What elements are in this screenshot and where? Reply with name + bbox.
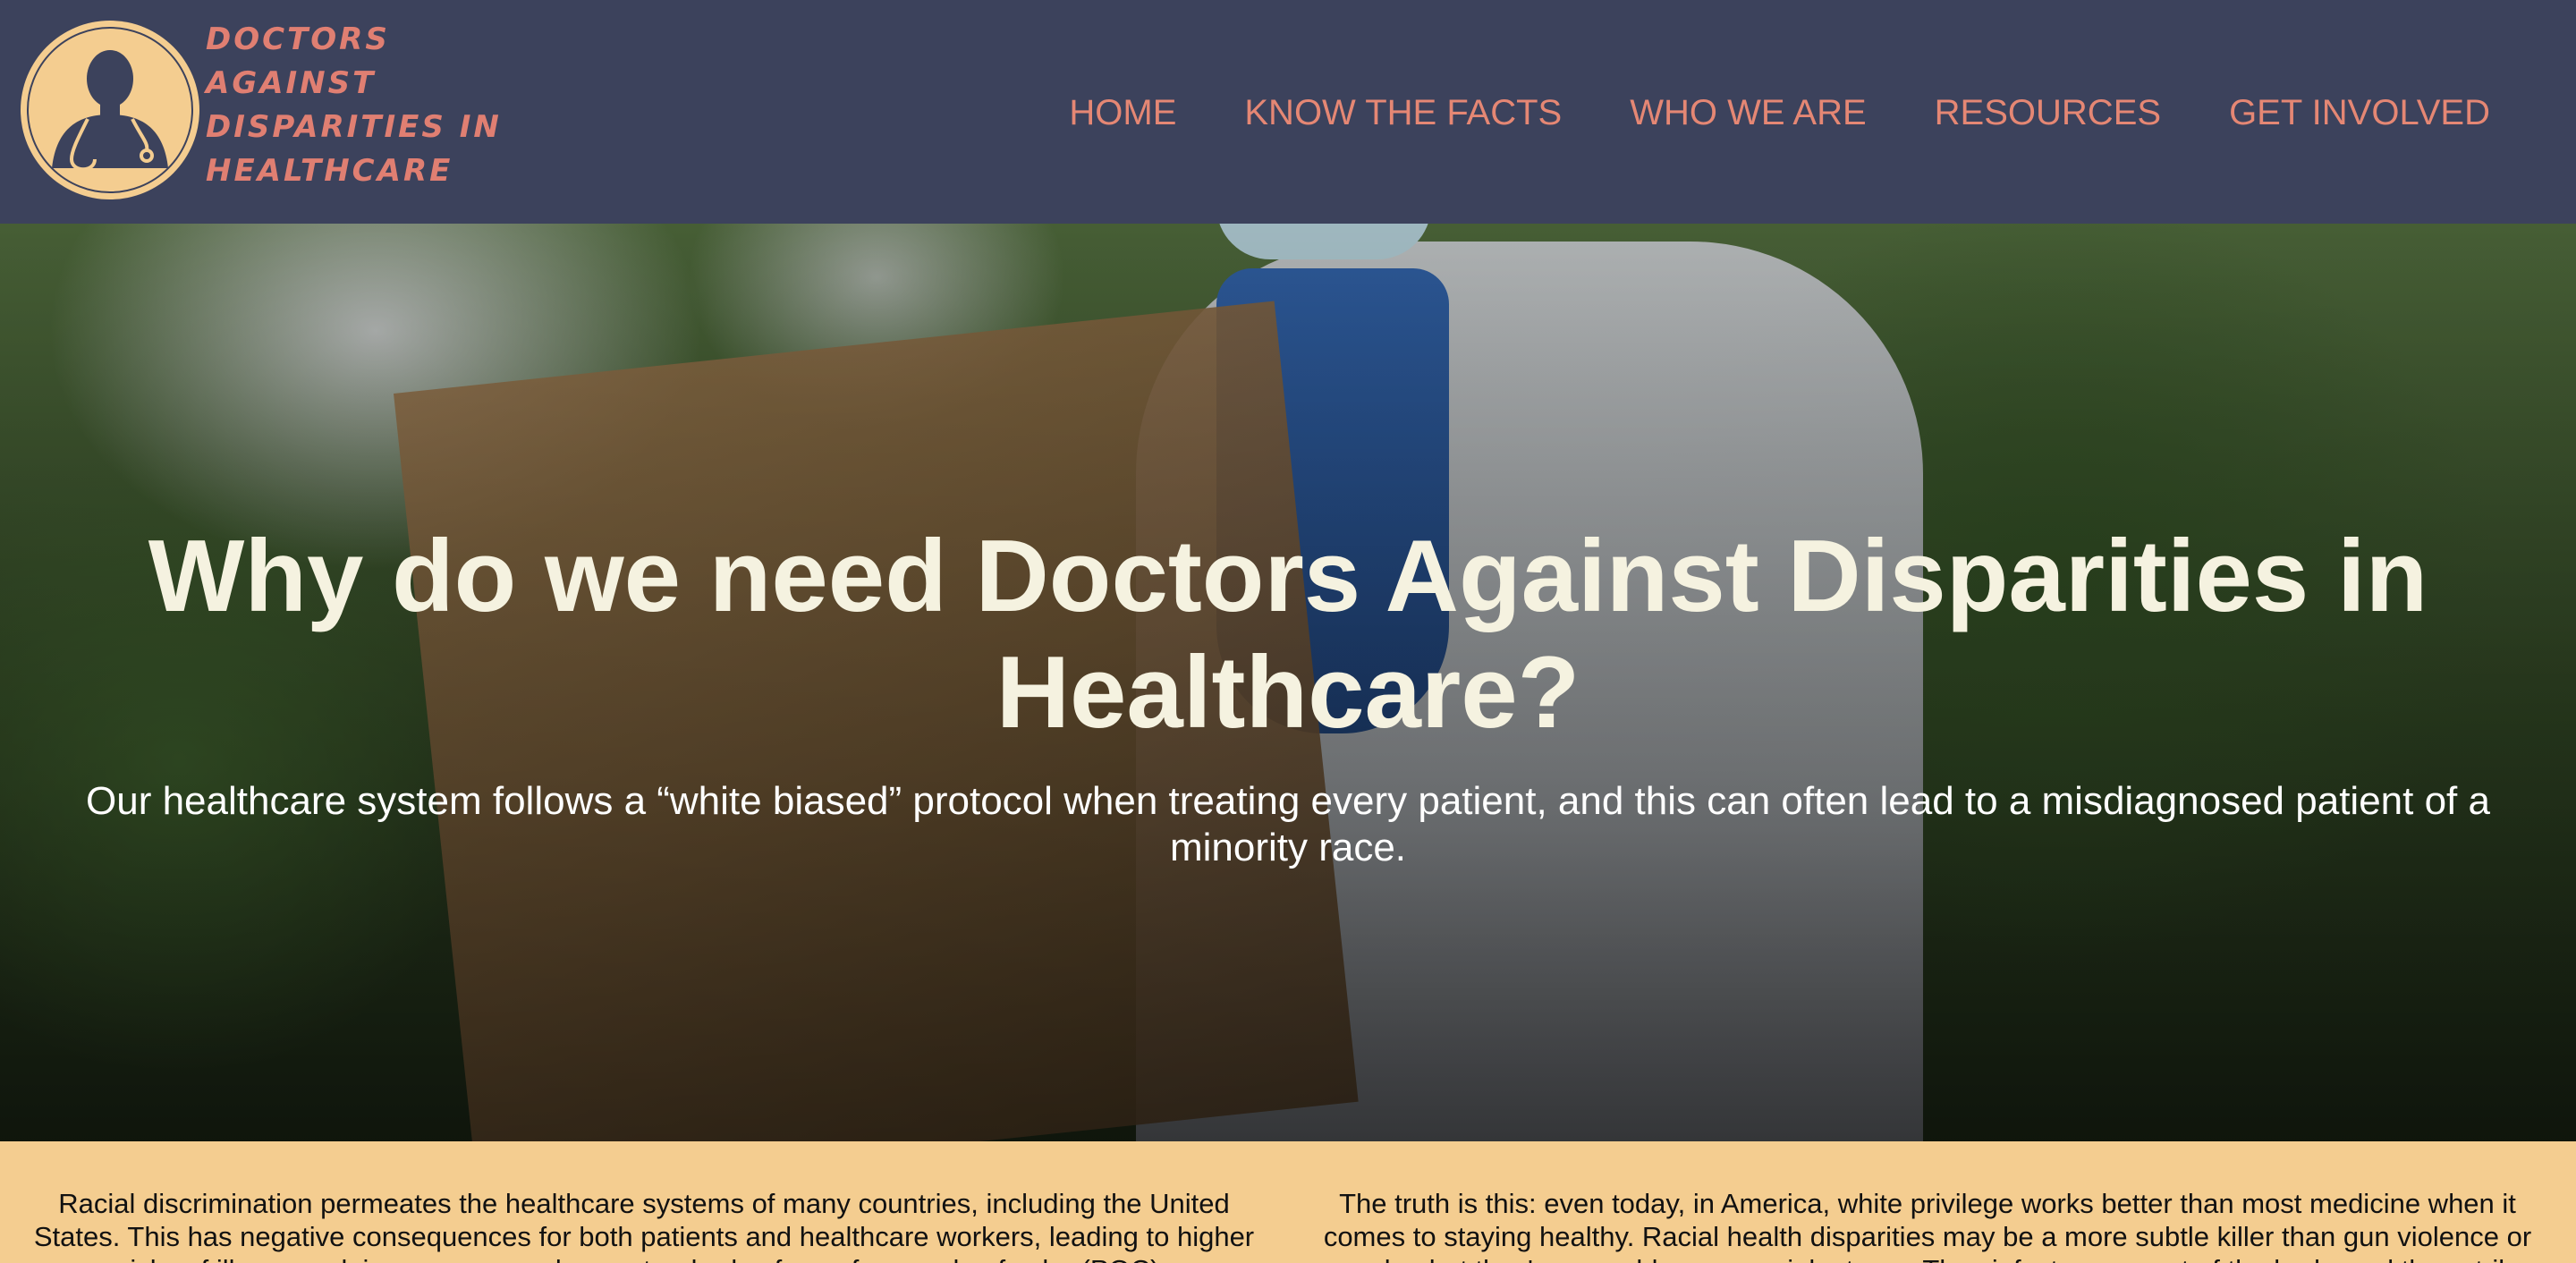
nav-know-the-facts[interactable]: KNOW THE FACTS [1244,86,1562,140]
hero-subtitle: Our healthcare system follows a “white b… [86,779,2490,869]
nav-who-we-are[interactable]: WHO WE ARE [1630,86,1866,140]
intro-left-paragraph: Racial discrimination permeates the heal… [33,1188,1255,1263]
nav-get-involved[interactable]: GET INVOLVED [2229,86,2490,140]
site-header: Doctors Against Disparities in Healthcar… [0,0,2576,224]
logo-line: Doctors [206,21,390,57]
logo-line: Healthcare [206,153,453,189]
intro-band: Racial discrimination permeates the heal… [0,1141,2576,1263]
nav-home[interactable]: HOME [1069,86,1176,140]
doctor-with-stethoscope-icon [21,21,199,199]
main-nav: HOME KNOW THE FACTS WHO WE ARE RESOURCES… [1069,86,2490,140]
nav-resources[interactable]: RESOURCES [1935,86,2161,140]
logo-line: Against [206,65,377,101]
hero-title: Why do we need Doctors Against Dispariti… [148,520,2428,750]
hero-banner: Why do we need Doctors Against Dispariti… [0,224,2576,1141]
logo[interactable] [16,16,204,204]
intro-right-paragraph: The truth is this: even today, in Americ… [1323,1188,2532,1263]
logo-line: Disparities in [206,109,502,145]
logo-wordmark[interactable]: Doctors Against Disparities in Healthcar… [206,18,502,193]
hero-text: Why do we need Doctors Against Dispariti… [0,519,2576,871]
